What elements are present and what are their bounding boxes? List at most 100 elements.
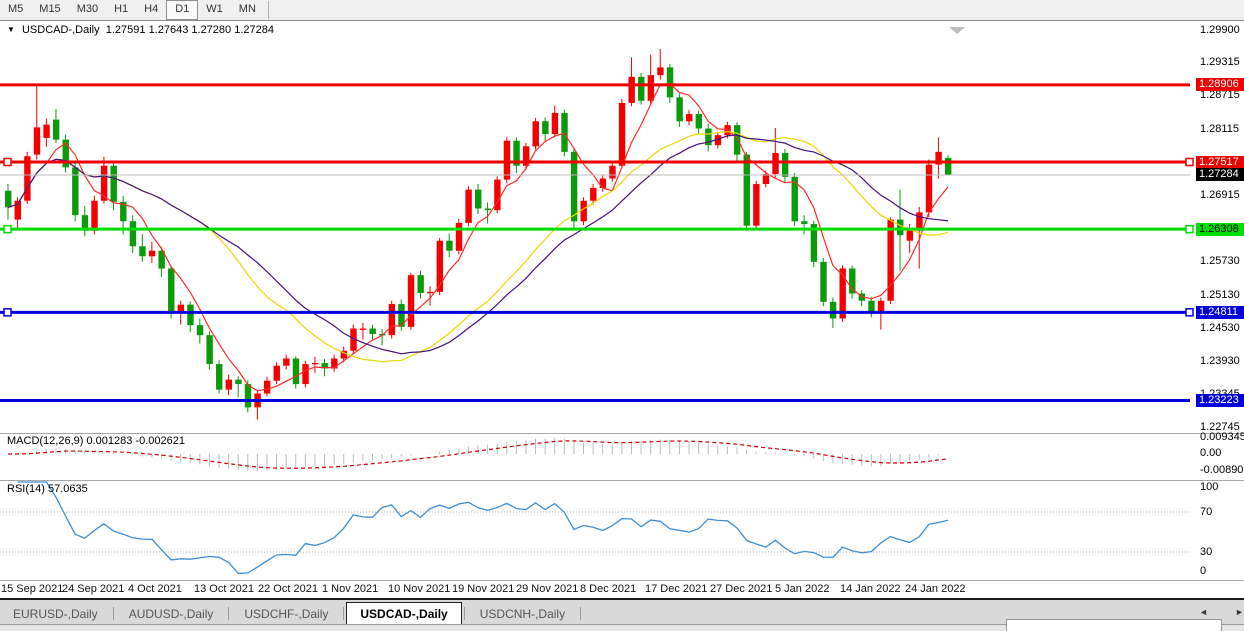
line-handle — [4, 226, 11, 233]
candle-body — [168, 269, 174, 312]
chart-canvas[interactable] — [0, 0, 1244, 631]
price-axis-label: 1.24530 — [1200, 322, 1240, 334]
candle-body — [561, 113, 567, 152]
candle-body — [638, 77, 644, 101]
date-axis-label: 22 Oct 2021 — [258, 583, 318, 595]
date-axis-label: 14 Jan 2022 — [840, 583, 901, 595]
price-low: 1.27280 — [191, 24, 231, 36]
candle-body — [590, 188, 596, 201]
date-axis-label: 29 Nov 2021 — [516, 583, 578, 595]
tab-scroll-left-icon[interactable]: ◄ — [1199, 607, 1208, 617]
candle-body — [245, 384, 251, 407]
line-handle — [1186, 159, 1193, 166]
macd-axis-label: -0.008902 — [1200, 464, 1244, 476]
candle-body — [389, 304, 395, 335]
date-axis-label: 19 Nov 2021 — [452, 583, 514, 595]
price-axis-label: 1.23930 — [1200, 355, 1240, 367]
line-handle — [1186, 226, 1193, 233]
tab-separator — [580, 607, 581, 620]
candle-body — [657, 67, 663, 75]
symbol-name: USDCAD-,Daily — [22, 24, 100, 36]
tab-separator — [228, 607, 229, 620]
candle-body — [283, 359, 289, 366]
symbol-title[interactable]: ▼ USDCAD-,Daily 1.27591 1.27643 1.27280 … — [7, 24, 274, 36]
candle-body — [830, 302, 836, 319]
candle-body — [235, 380, 241, 384]
candle-body — [628, 77, 634, 103]
candle-body — [302, 364, 308, 384]
date-axis-label: 8 Dec 2021 — [580, 583, 636, 595]
candle-body — [178, 305, 184, 312]
rsi-indicator-label: RSI(14) 57.0635 — [7, 483, 88, 495]
candle-body — [408, 275, 414, 327]
candle-body — [197, 325, 203, 335]
line-handle — [1186, 309, 1193, 316]
tab-audusddaily[interactable]: AUDUSD-,Daily — [116, 603, 227, 624]
candle-body — [475, 190, 481, 209]
price-axis-label: 1.29315 — [1200, 56, 1240, 68]
candle-body — [820, 262, 826, 302]
candle-body — [34, 127, 40, 154]
tab-separator — [464, 607, 465, 620]
candle-body — [274, 366, 280, 381]
candle-body — [676, 97, 682, 121]
tab-separator — [113, 607, 114, 620]
date-axis-label: 5 Jan 2022 — [775, 583, 829, 595]
tab-eurusddaily[interactable]: EURUSD-,Daily — [0, 603, 111, 624]
candle-body — [226, 380, 232, 390]
candle-body — [485, 209, 491, 211]
moving-average-line — [8, 84, 948, 391]
candle-body — [264, 381, 270, 394]
candle-body — [753, 184, 759, 226]
tab-usdchfdaily[interactable]: USDCHF-,Daily — [231, 603, 341, 624]
candle-body — [619, 103, 625, 166]
date-axis-label: 17 Dec 2021 — [645, 583, 707, 595]
candle-body — [887, 220, 893, 301]
candle-body — [533, 121, 539, 146]
macd-axis-label: 0.00 — [1200, 447, 1221, 459]
candle-body — [552, 113, 558, 134]
candle-body — [187, 305, 193, 326]
mt4-window: M5M15M30H1H4D1W1MN ▼ USDCAD-,Daily 1.275… — [0, 0, 1244, 631]
date-axis-label: 15 Sep 2021 — [1, 583, 63, 595]
candle-body — [609, 166, 615, 179]
candle-body — [130, 221, 136, 246]
candle-body — [801, 221, 807, 224]
price-axis-label: 1.29900 — [1200, 24, 1240, 36]
date-axis-label: 27 Dec 2021 — [710, 583, 772, 595]
candle-body — [504, 141, 510, 180]
tab-usdcaddaily[interactable]: USDCAD-,Daily — [346, 602, 461, 624]
candle-body — [53, 120, 59, 140]
candle-body — [43, 125, 49, 138]
price-axis-label: 1.25130 — [1200, 289, 1240, 301]
candle-body — [456, 223, 462, 251]
price-badge-1.27517: 1.27517 — [1196, 156, 1244, 169]
price-axis-label: 1.26915 — [1200, 189, 1240, 201]
price-badge-1.26308: 1.26308 — [1196, 223, 1244, 236]
tab-usdcnhdaily[interactable]: USDCNH-,Daily — [467, 603, 578, 624]
date-axis-label: 10 Nov 2021 — [388, 583, 450, 595]
price-close: 1.27284 — [234, 24, 274, 36]
candle-body — [206, 335, 212, 364]
candle-body — [369, 329, 375, 335]
candle-body — [744, 155, 750, 226]
date-axis-label: 1 Nov 2021 — [322, 583, 378, 595]
candle-body — [926, 165, 932, 213]
tab-scroll-right-icon[interactable]: ► — [1235, 607, 1244, 617]
candle-body — [91, 201, 97, 231]
price-badge-1.23223: 1.23223 — [1196, 394, 1244, 407]
rsi-axis-label: 70 — [1200, 506, 1212, 518]
macd-indicator-label: MACD(12,26,9) 0.001283 -0.002621 — [7, 435, 185, 447]
candle-body — [312, 363, 318, 364]
candle-body — [734, 125, 740, 154]
candle-body — [849, 269, 855, 294]
candle-body — [600, 179, 606, 188]
candle-body — [139, 246, 145, 256]
candle-body — [5, 191, 11, 208]
candle-body — [149, 251, 155, 257]
rsi-axis-label: 100 — [1200, 481, 1218, 493]
symbol-dropdown-icon[interactable]: ▼ — [7, 25, 15, 34]
candle-body — [907, 231, 913, 241]
chart-shift-icon — [949, 27, 965, 34]
price-open: 1.27591 — [106, 24, 146, 36]
